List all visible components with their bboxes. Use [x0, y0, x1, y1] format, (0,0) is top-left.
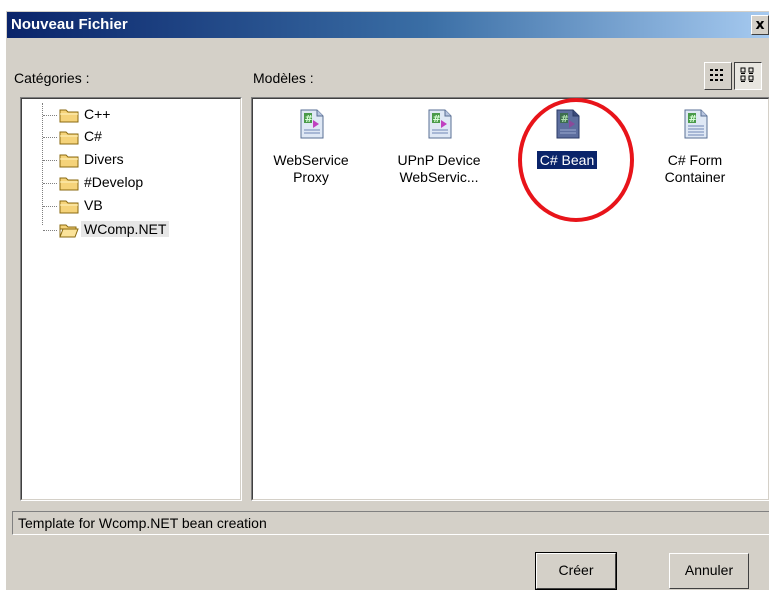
template-webservice-proxy[interactable]: # WebService Proxy — [256, 108, 366, 198]
close-icon: x — [755, 17, 765, 33]
tree-item-label: VB — [84, 197, 103, 213]
folder-icon — [59, 131, 79, 145]
tree-item-label: WComp.NET — [81, 221, 170, 237]
template-description: Template for Wcomp.NET bean creation — [12, 511, 769, 535]
template-label: UPnP Device WebServic... — [397, 152, 481, 185]
svg-text:#: # — [689, 114, 697, 125]
create-button[interactable]: Créer — [535, 552, 617, 590]
folder-icon — [59, 200, 79, 214]
code-file-icon: # — [556, 109, 580, 139]
templates-label: Modèles : — [253, 70, 314, 86]
categories-tree[interactable]: C++ C# Divers #Develop VB WComp.NET — [20, 97, 242, 501]
template-label: C# Bean — [512, 151, 622, 169]
large-icons-view-button[interactable] — [734, 62, 762, 90]
folder-icon — [59, 177, 79, 191]
template-label: C# Form Container — [664, 152, 726, 185]
tree-item-label: #Develop — [84, 174, 144, 190]
templates-view[interactable]: # WebService Proxy # UPnP Device WebServ… — [251, 97, 769, 501]
code-file-icon: # — [428, 109, 452, 139]
tree-item-label: C# — [84, 128, 102, 144]
folder-icon — [59, 154, 79, 168]
code-file-icon: # — [300, 109, 324, 139]
template-label: WebService Proxy — [273, 152, 349, 185]
categories-label: Catégories : — [14, 70, 90, 86]
title-bar[interactable]: Nouveau Fichier x — [7, 12, 769, 38]
open-folder-icon — [59, 224, 79, 238]
svg-text:#: # — [305, 114, 313, 125]
large-icons-view-icon — [740, 67, 754, 82]
template-csharp-form-container[interactable]: # C# Form Container — [640, 108, 750, 198]
new-file-dialog: Nouveau Fichier x Catégories : C++ C# Di… — [6, 11, 769, 590]
window-title: Nouveau Fichier — [11, 16, 128, 33]
svg-text:#: # — [433, 114, 441, 125]
tree-item-label: C++ — [84, 106, 111, 122]
list-view-button[interactable] — [704, 62, 732, 90]
form-file-icon: # — [684, 109, 708, 139]
list-view-icon — [710, 69, 723, 81]
folder-icon — [59, 109, 79, 123]
cancel-button[interactable]: Annuler — [669, 553, 749, 589]
template-upnp-device-webservice[interactable]: # UPnP Device WebServic... — [384, 108, 494, 198]
template-csharp-bean[interactable]: # C# Bean — [512, 108, 622, 198]
close-button[interactable]: x — [751, 15, 769, 35]
tree-item-label: Divers — [84, 151, 124, 167]
svg-text:#: # — [561, 114, 569, 125]
